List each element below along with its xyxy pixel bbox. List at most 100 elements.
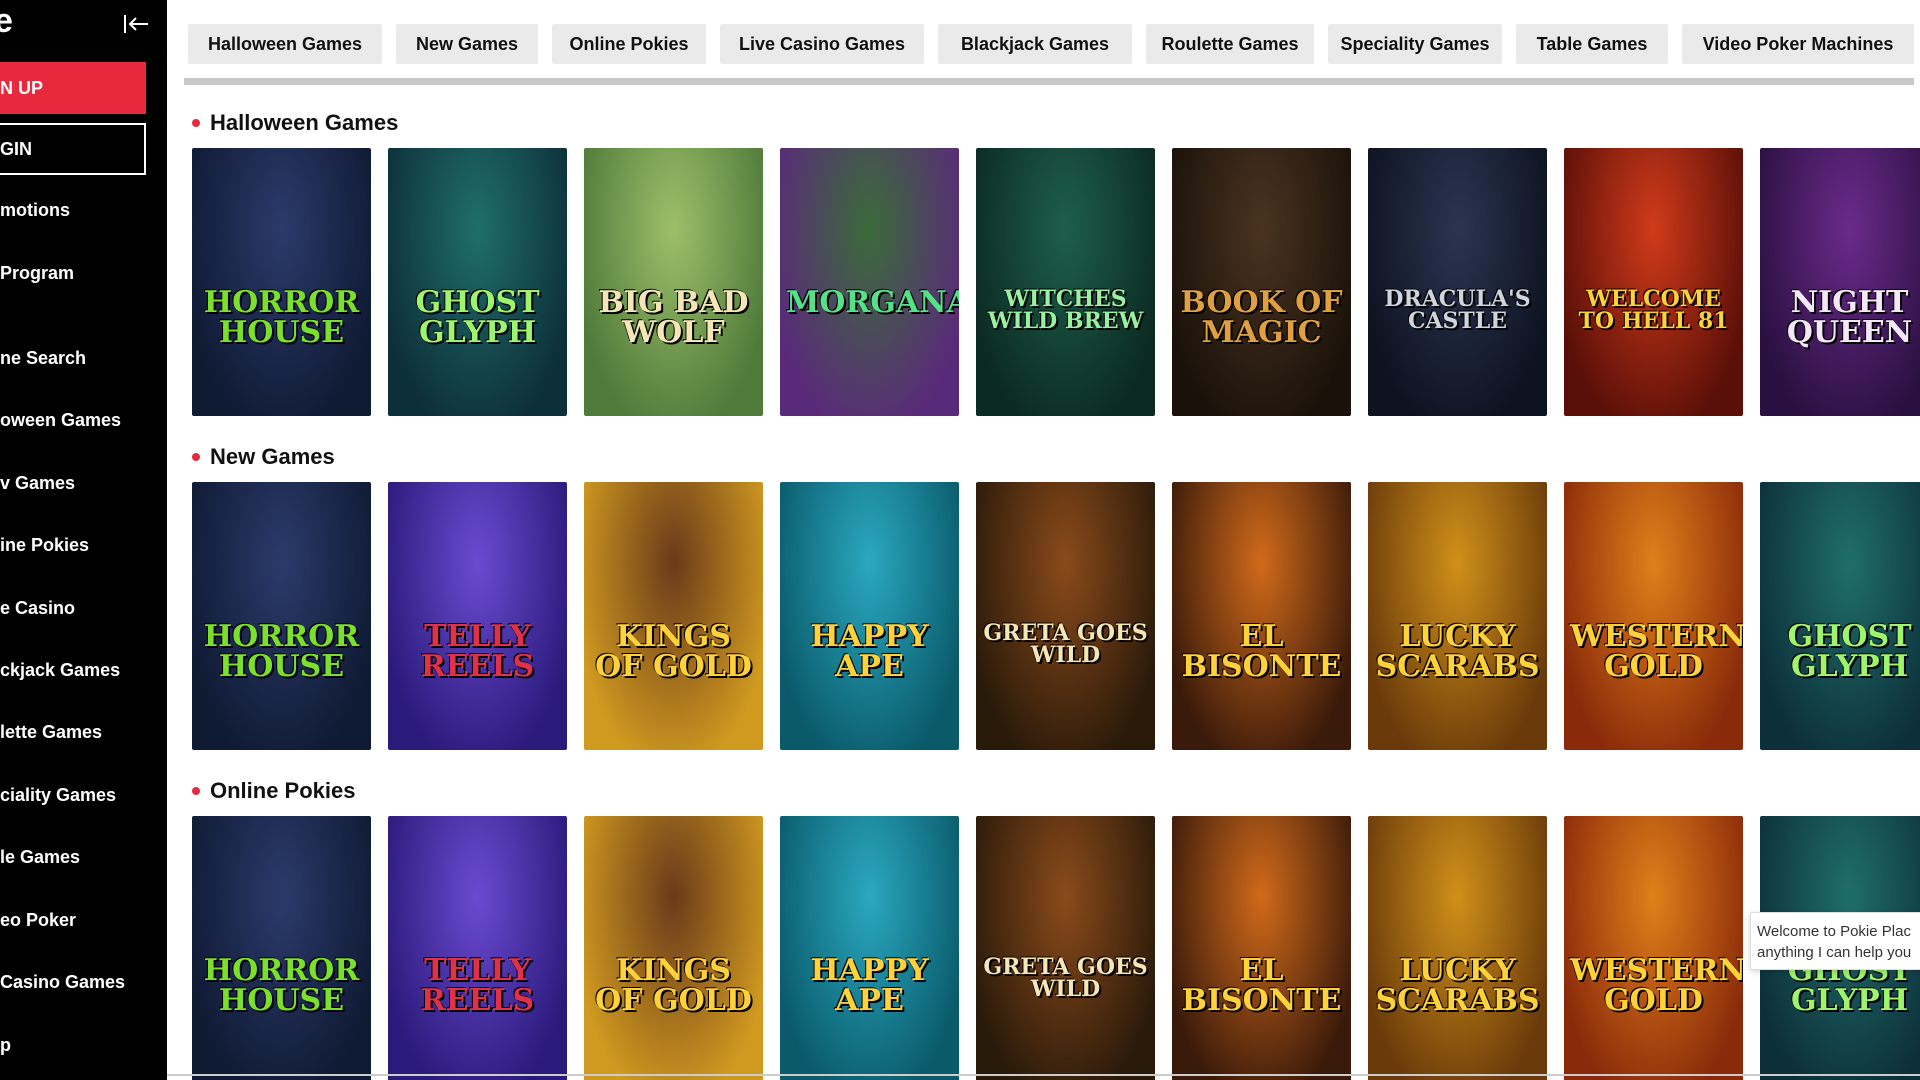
game-title: KINGS OF GOLD xyxy=(595,619,752,684)
sidebar-item[interactable]: oween Games xyxy=(0,410,121,431)
tab-online-pokies[interactable]: Online Pokies xyxy=(552,24,706,64)
game-artwork xyxy=(584,148,763,416)
game-artwork xyxy=(1564,482,1743,750)
game-tile[interactable]: HORROR HOUSE xyxy=(192,482,371,750)
game-title: BIG BAD WOLF xyxy=(598,285,749,350)
game-tile[interactable]: GRETA GOES WILD xyxy=(976,816,1155,1080)
game-tile[interactable]: DRACULA'S CASTLE xyxy=(1368,148,1547,416)
sidebar-item[interactable]: ciality Games xyxy=(0,785,116,806)
game-title: WITCHES WILD BREW xyxy=(987,286,1144,334)
section-title: Online Pokies xyxy=(192,778,356,804)
game-title: HORROR HOUSE xyxy=(203,619,360,684)
sidebar-item[interactable]: e Casino xyxy=(0,598,75,619)
game-title: GHOST GLYPH xyxy=(415,285,540,350)
game-artwork xyxy=(1760,482,1920,750)
game-artwork xyxy=(388,148,567,416)
game-tile[interactable]: LUCKY SCARABS xyxy=(1368,816,1547,1080)
tab-speciality-games[interactable]: Speciality Games xyxy=(1328,24,1502,64)
game-artwork xyxy=(388,816,567,1080)
sidebar-item[interactable]: ine Pokies xyxy=(0,535,89,556)
game-artwork xyxy=(1368,482,1547,750)
game-title: TELLY REELS xyxy=(420,619,535,684)
game-artwork xyxy=(1760,148,1920,416)
game-tile[interactable]: GHOST GLYPH xyxy=(1760,482,1920,750)
game-artwork xyxy=(192,148,371,416)
game-title: HORROR HOUSE xyxy=(203,285,360,350)
chat-popup[interactable]: Welcome to Pokie Plac anything I can hel… xyxy=(1750,912,1920,970)
game-title: BOOK OF MAGIC xyxy=(1180,285,1343,350)
game-title: EL BISONTE xyxy=(1181,953,1342,1018)
game-tile[interactable]: WITCHES WILD BREW xyxy=(976,148,1155,416)
game-title: HORROR HOUSE xyxy=(203,953,360,1018)
tab-halloween-games[interactable]: Halloween Games xyxy=(188,24,382,64)
sidebar-item[interactable]: ckjack Games xyxy=(0,660,120,681)
sidebar-item[interactable]: ne Search xyxy=(0,348,86,369)
game-tile[interactable]: GHOST GLYPH xyxy=(388,148,567,416)
game-title: GRETA GOES WILD xyxy=(983,954,1148,1002)
tab-live-casino-games[interactable]: Live Casino Games xyxy=(720,24,924,64)
game-tile[interactable]: HAPPY APE xyxy=(780,816,959,1080)
sidebar-item[interactable]: lette Games xyxy=(0,722,102,743)
game-artwork xyxy=(1172,482,1351,750)
chat-line-1: Welcome to Pokie Plac xyxy=(1757,923,1911,940)
game-artwork xyxy=(192,482,371,750)
section-title-text: Halloween Games xyxy=(210,110,399,135)
game-tile[interactable]: HORROR HOUSE xyxy=(192,148,371,416)
game-artwork xyxy=(1564,816,1743,1080)
game-tile[interactable]: BOOK OF MAGIC xyxy=(1172,148,1351,416)
game-title: WELCOME TO HELL 81 xyxy=(1578,286,1729,334)
game-tile[interactable]: TELLY REELS xyxy=(388,816,567,1080)
sidebar-item[interactable]: p xyxy=(0,1035,11,1056)
tab-blackjack-games[interactable]: Blackjack Games xyxy=(938,24,1132,64)
section-title-text: Online Pokies xyxy=(210,778,356,803)
game-tile[interactable]: WESTERN GOLD xyxy=(1564,482,1743,750)
game-artwork xyxy=(1172,816,1351,1080)
tab-table-games[interactable]: Table Games xyxy=(1516,24,1668,64)
sidebar-item[interactable]: le Games xyxy=(0,847,80,868)
section-title-text: New Games xyxy=(210,444,335,469)
tabs-scrollbar[interactable] xyxy=(184,78,1914,85)
signup-button[interactable]: N UP xyxy=(0,62,146,114)
tab-new-games[interactable]: New Games xyxy=(396,24,538,64)
site-logo[interactable]: e xyxy=(0,2,13,41)
collapse-sidebar-icon[interactable] xyxy=(122,12,150,36)
game-title: WESTERN GOLD xyxy=(1570,619,1743,684)
sidebar: e N UP GIN motions Program ne Search oween… xyxy=(0,0,167,1080)
bottom-divider xyxy=(167,1074,1920,1076)
game-tile[interactable]: HORROR HOUSE xyxy=(192,816,371,1080)
game-title: HAPPY APE xyxy=(810,953,929,1018)
game-tile[interactable]: KINGS OF GOLD xyxy=(584,816,763,1080)
sidebar-item[interactable]: Casino Games xyxy=(0,972,125,993)
game-title: MORGANA xyxy=(786,285,959,320)
game-artwork xyxy=(976,148,1155,416)
game-title: WESTERN GOLD xyxy=(1570,953,1743,1018)
game-tile[interactable]: WELCOME TO HELL 81 xyxy=(1564,148,1743,416)
game-tile[interactable]: KINGS OF GOLD xyxy=(584,482,763,750)
game-tile[interactable]: EL BISONTE xyxy=(1172,816,1351,1080)
game-row: HORROR HOUSE GHOST GLYPH BIG BAD WOLF MORGA… xyxy=(192,148,1920,416)
game-tile[interactable]: LUCKY SCARABS xyxy=(1368,482,1547,750)
game-tile[interactable]: BIG BAD WOLF xyxy=(584,148,763,416)
game-tile[interactable]: WESTERN GOLD xyxy=(1564,816,1743,1080)
sidebar-item[interactable]: motions xyxy=(0,200,70,221)
game-title: GRETA GOES WILD xyxy=(983,620,1148,668)
login-button[interactable]: GIN xyxy=(0,123,146,175)
game-tile[interactable]: HAPPY APE xyxy=(780,482,959,750)
sidebar-item[interactable]: Program xyxy=(0,263,74,284)
game-tile[interactable]: GRETA GOES WILD xyxy=(976,482,1155,750)
tab-roulette-games[interactable]: Roulette Games xyxy=(1146,24,1314,64)
game-artwork xyxy=(1368,816,1547,1080)
sidebar-item[interactable]: eo Poker xyxy=(0,910,76,931)
game-title: DRACULA'S CASTLE xyxy=(1384,286,1531,334)
game-tile[interactable]: TELLY REELS xyxy=(388,482,567,750)
tab-video-poker-machines[interactable]: Video Poker Machines xyxy=(1682,24,1914,64)
sidebar-item[interactable]: v Games xyxy=(0,473,75,494)
game-title: GHOST GLYPH xyxy=(1787,619,1912,684)
game-tile[interactable]: NIGHT QUEEN xyxy=(1760,148,1920,416)
game-tile[interactable]: MORGANA xyxy=(780,148,959,416)
bullet-dot-icon xyxy=(192,787,200,795)
game-tile[interactable]: EL BISONTE xyxy=(1172,482,1351,750)
game-artwork xyxy=(976,816,1155,1080)
game-title: HAPPY APE xyxy=(810,619,929,684)
bullet-dot-icon xyxy=(192,119,200,127)
